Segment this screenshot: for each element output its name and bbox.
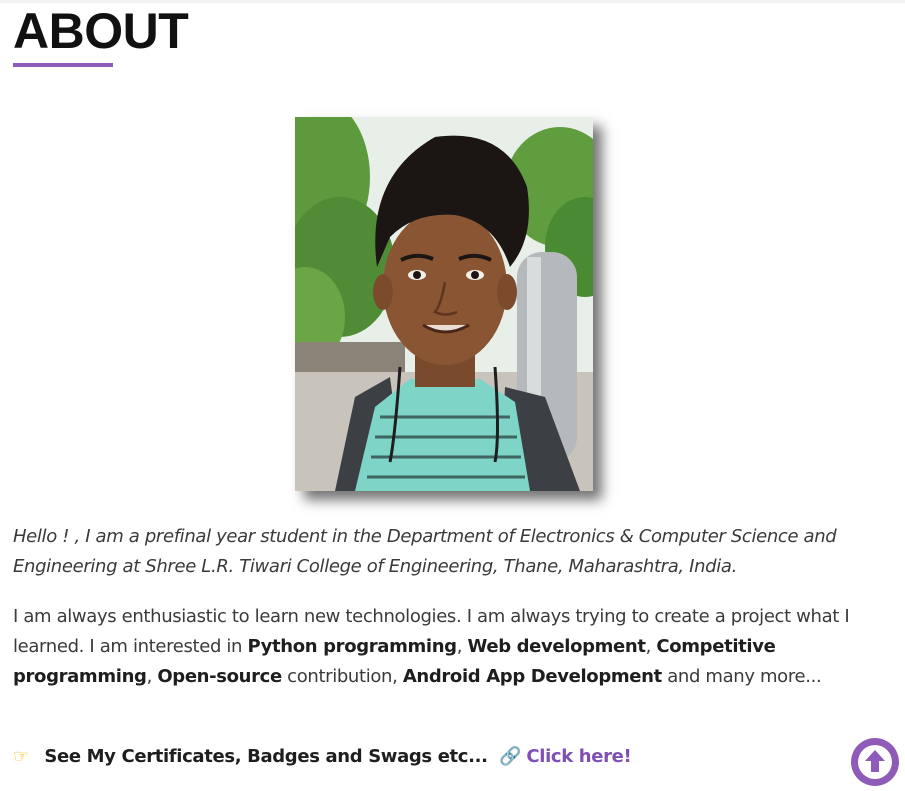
certificates-text: See My Certificates, Badges and Swags et… bbox=[44, 746, 488, 767]
arrow-up-icon bbox=[858, 745, 892, 779]
interests-paragraph: I am always enthusiastic to learn new te… bbox=[13, 602, 893, 692]
separator: , bbox=[456, 636, 468, 657]
skill-python: Python programming bbox=[247, 636, 457, 657]
pointing-hand-icon: ☞ bbox=[13, 746, 29, 767]
profile-photo-illustration bbox=[295, 117, 593, 491]
skill-open-source: Open-source bbox=[157, 666, 282, 687]
skill-android: Android App Development bbox=[402, 666, 662, 687]
certificates-link[interactable]: Click here! bbox=[526, 746, 631, 767]
interests-mid: contribution, bbox=[281, 666, 403, 687]
separator: , bbox=[645, 636, 657, 657]
scroll-to-top-button[interactable] bbox=[851, 738, 899, 786]
interests-tail: and many more... bbox=[661, 666, 822, 687]
certificates-line: ☞ See My Certificates, Badges and Swags … bbox=[13, 742, 632, 772]
separator: , bbox=[146, 666, 158, 687]
intro-text: Hello ! , I am a prefinal year student i… bbox=[13, 526, 837, 577]
title-underline bbox=[13, 63, 113, 67]
skill-web-development: Web development bbox=[467, 636, 646, 657]
profile-photo bbox=[295, 117, 593, 491]
link-icon: 🔗 bbox=[498, 746, 522, 767]
section-title: ABOUT bbox=[13, 3, 189, 59]
